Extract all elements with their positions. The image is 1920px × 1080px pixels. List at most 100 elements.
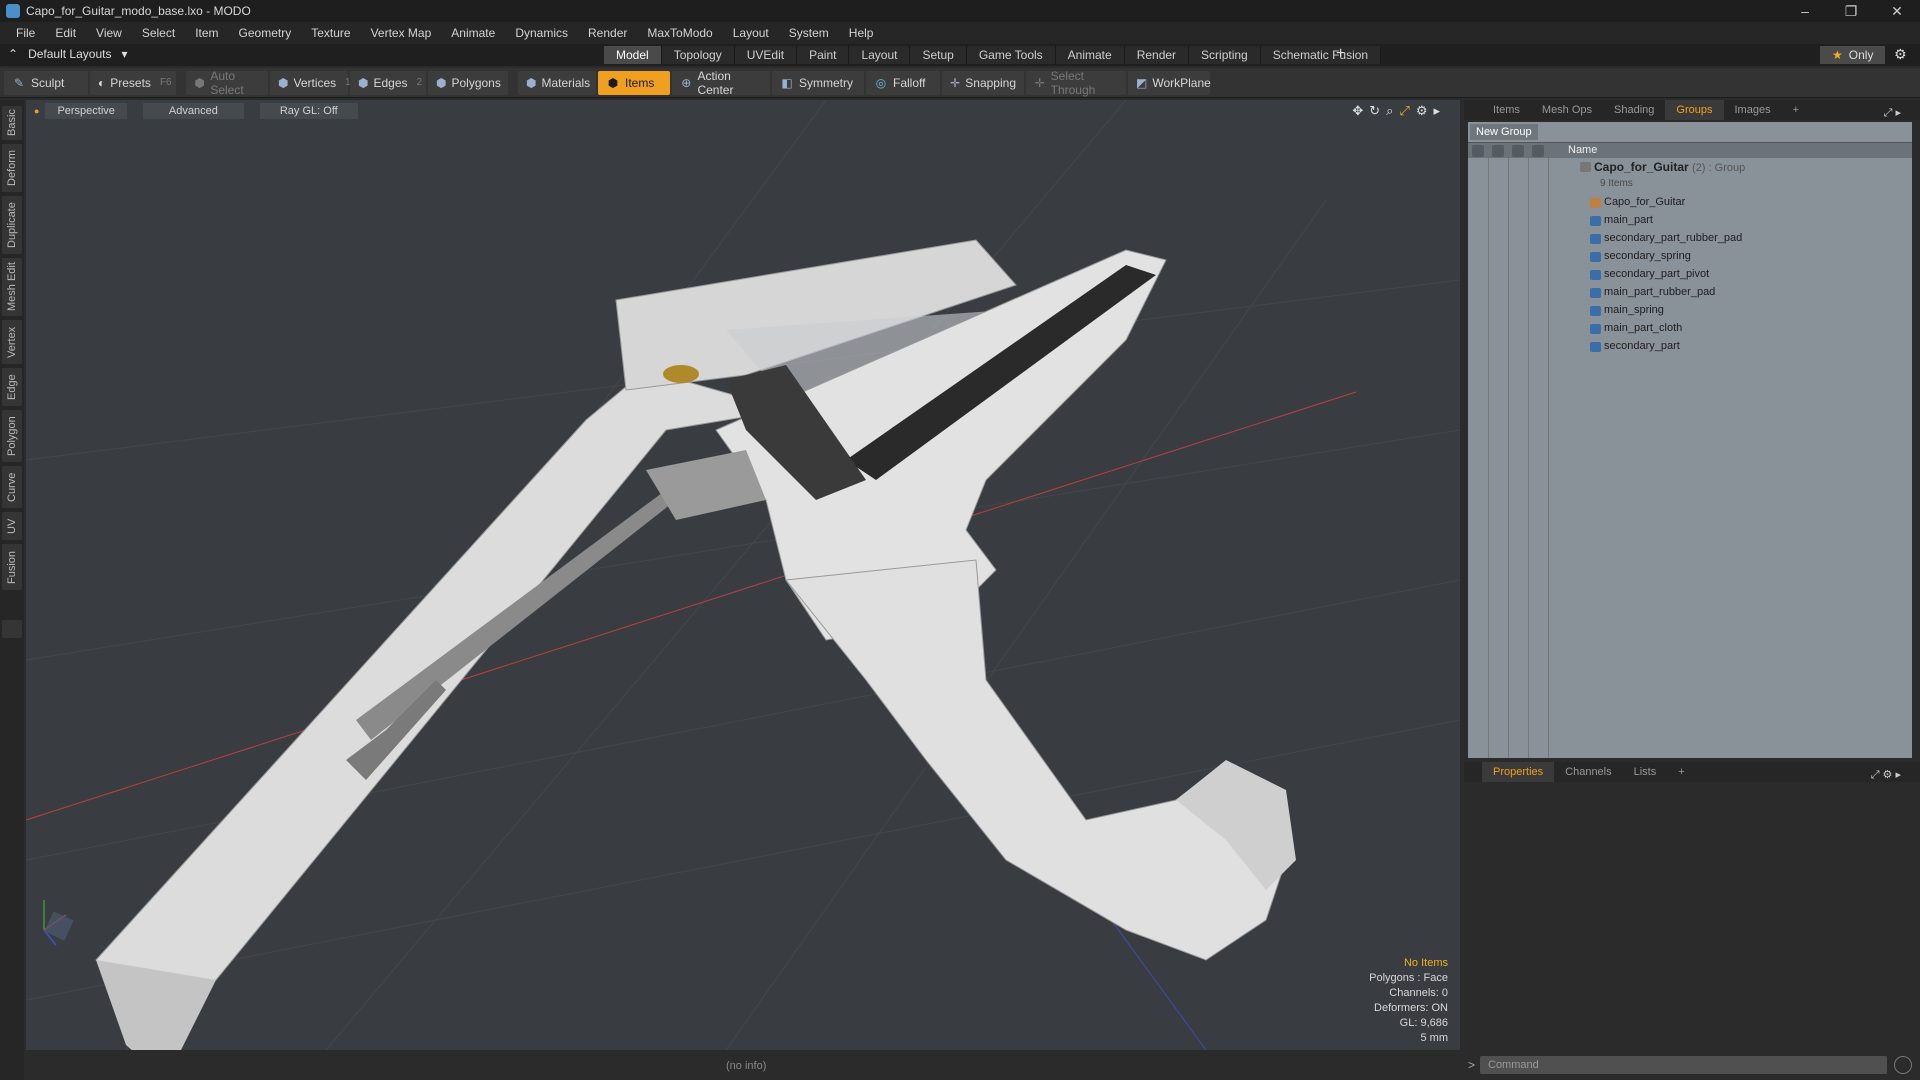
add-tab-button[interactable]: +: [1336, 45, 1345, 63]
workplane-button[interactable]: ◩ WorkPlane: [1128, 70, 1211, 95]
pan-icon[interactable]: ✥: [1352, 103, 1363, 119]
group-row[interactable]: Capo_for_Guitar (2) : Group: [1468, 158, 1912, 180]
raygl-button[interactable]: Ray GL: Off: [259, 103, 358, 119]
menu-file[interactable]: File: [6, 26, 45, 40]
list-item[interactable]: secondary_part_pivot: [1468, 266, 1912, 284]
tab-mesh-ops[interactable]: Mesh Ops: [1531, 100, 1603, 120]
left-tab-basic[interactable]: Basic: [2, 106, 22, 140]
list-item[interactable]: secondary_part_rubber_pad: [1468, 230, 1912, 248]
tab-animate[interactable]: Animate: [1055, 46, 1125, 64]
left-tab-deform[interactable]: Deform: [2, 144, 22, 192]
lock-column-icon[interactable]: [1512, 145, 1524, 157]
restore-button[interactable]: ❐: [1828, 0, 1874, 22]
left-tab-duplicate[interactable]: Duplicate: [2, 196, 22, 254]
tab-render[interactable]: Render: [1124, 46, 1190, 64]
new-group-button[interactable]: New Group: [1470, 124, 1538, 140]
expand-bottom-panel-icon[interactable]: ⤢ ⚙ ▸: [1860, 765, 1912, 785]
viewport-gear-icon[interactable]: ⚙: [1416, 103, 1428, 119]
menu-layout[interactable]: Layout: [723, 26, 779, 40]
tab-uvedit[interactable]: UVEdit: [734, 46, 798, 64]
tab-setup[interactable]: Setup: [910, 46, 967, 64]
edges-button[interactable]: ⬢ Edges 2: [350, 70, 426, 95]
close-button[interactable]: ✕: [1874, 0, 1920, 22]
add-bottom-tab-icon[interactable]: +: [1667, 762, 1695, 782]
gear-icon[interactable]: ⚙: [1894, 46, 1907, 63]
list-item[interactable]: main_spring: [1468, 302, 1912, 320]
left-tab-edge[interactable]: Edge: [2, 368, 22, 406]
tab-channels[interactable]: Channels: [1554, 762, 1622, 782]
left-tab-uv[interactable]: UV: [2, 512, 22, 540]
expand-panel-icon[interactable]: ⤢ ▸: [1873, 103, 1912, 123]
menu-system[interactable]: System: [779, 26, 839, 40]
left-tab-vertex[interactable]: Vertex: [2, 320, 22, 364]
3d-viewport[interactable]: ● Perspective Advanced Ray GL: Off ✥ ↻ ⌕…: [26, 100, 1460, 1050]
items-button[interactable]: ⬢ Items: [598, 70, 670, 95]
tab-layout[interactable]: Layout: [849, 46, 911, 64]
tab-model[interactable]: Model: [604, 46, 662, 64]
only-toggle[interactable]: ★ Only: [1820, 46, 1886, 64]
symmetry-button[interactable]: ◧ Symmetry: [772, 70, 864, 95]
minimize-button[interactable]: –: [1782, 0, 1828, 22]
menu-help[interactable]: Help: [839, 26, 884, 40]
menu-item[interactable]: Item: [185, 26, 228, 40]
command-history-button[interactable]: [1894, 1056, 1912, 1074]
list-item[interactable]: main_part_rubber_pad: [1468, 284, 1912, 302]
tab-game-tools[interactable]: Game Tools: [966, 46, 1056, 64]
tab-items[interactable]: Items: [1482, 100, 1531, 120]
menu-geometry[interactable]: Geometry: [229, 26, 302, 40]
tab-paint[interactable]: Paint: [797, 46, 850, 64]
menu-view[interactable]: View: [86, 26, 132, 40]
menu-edit[interactable]: Edit: [45, 26, 86, 40]
menu-vertex-map[interactable]: Vertex Map: [361, 26, 442, 40]
menu-select[interactable]: Select: [132, 26, 185, 40]
list-item[interactable]: main_part: [1468, 212, 1912, 230]
tab-schematic-fusion[interactable]: Schematic Fusion: [1260, 46, 1382, 64]
select-through-button[interactable]: ✛ Select Through: [1026, 69, 1126, 97]
list-item[interactable]: main_part_cloth: [1468, 320, 1912, 338]
list-item[interactable]: Capo_for_Guitar: [1468, 194, 1912, 212]
falloff-button[interactable]: ◎ Falloff: [866, 70, 940, 95]
left-tab-curve[interactable]: Curve: [2, 466, 22, 508]
viewport-more-icon[interactable]: ▸: [1433, 103, 1440, 119]
zoom-icon[interactable]: ⌕: [1386, 103, 1393, 119]
list-item[interactable]: secondary_part: [1468, 338, 1912, 356]
tab-lists[interactable]: Lists: [1623, 762, 1668, 782]
menu-dynamics[interactable]: Dynamics: [505, 26, 578, 40]
layouts-dropdown[interactable]: ⌃ Default Layouts ▾: [8, 47, 127, 61]
snapping-button[interactable]: ✛ Snapping: [942, 70, 1024, 95]
menu-render[interactable]: Render: [578, 26, 637, 40]
list-item[interactable]: secondary_spring: [1468, 248, 1912, 266]
materials-button[interactable]: ⬢ Materials: [518, 70, 596, 95]
sculpt-button[interactable]: ✎ Sculpt: [4, 70, 88, 95]
auto-select-button[interactable]: ⬢ Auto Select: [186, 69, 268, 97]
view-mode-button[interactable]: Perspective: [45, 103, 127, 119]
shading-mode-button[interactable]: Advanced: [142, 103, 244, 119]
left-tab-extra[interactable]: [2, 620, 22, 638]
tab-images[interactable]: Images: [1724, 100, 1782, 120]
visibility-column-icon[interactable]: [1472, 145, 1484, 157]
collapse-icon[interactable]: ⌃: [8, 47, 18, 61]
tab-shading[interactable]: Shading: [1603, 100, 1665, 120]
name-column-header[interactable]: Name: [1568, 144, 1597, 156]
menu-maxtomodo[interactable]: MaxToModo: [637, 26, 722, 40]
polygons-button[interactable]: ⬢ Polygons: [428, 70, 508, 95]
command-input[interactable]: Command: [1480, 1056, 1887, 1074]
menu-texture[interactable]: Texture: [301, 26, 360, 40]
menu-animate[interactable]: Animate: [441, 26, 505, 40]
viewport-menu-icon[interactable]: ●: [34, 106, 39, 116]
tab-scripting[interactable]: Scripting: [1189, 46, 1261, 64]
left-tab-fusion[interactable]: Fusion: [2, 544, 22, 590]
vertices-button[interactable]: ⬢ Vertices 1: [270, 70, 351, 95]
select-column-icon[interactable]: [1532, 145, 1544, 157]
left-tab-mesh-edit[interactable]: Mesh Edit: [2, 258, 22, 316]
tab-topology[interactable]: Topology: [661, 46, 735, 64]
tab-groups[interactable]: Groups: [1665, 100, 1724, 120]
render-column-icon[interactable]: [1492, 145, 1504, 157]
tab-properties[interactable]: Properties: [1482, 762, 1555, 782]
add-panel-tab-icon[interactable]: +: [1782, 100, 1810, 120]
rotate-icon[interactable]: ↻: [1369, 103, 1380, 119]
action-center-button[interactable]: ⊕ Action Center: [672, 69, 770, 97]
presets-button[interactable]: ◐ Presets F6: [90, 70, 176, 95]
left-tab-polygon[interactable]: Polygon: [2, 410, 22, 462]
fit-icon[interactable]: ⤢: [1399, 103, 1409, 119]
